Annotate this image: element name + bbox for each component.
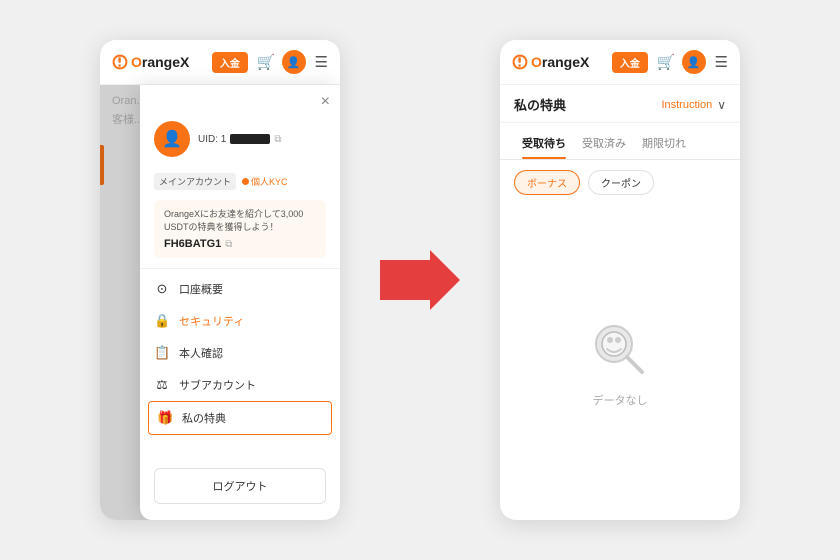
- menu-label-benefits: 私の特典: [182, 410, 226, 426]
- tab-pending[interactable]: 受取待ち: [514, 131, 574, 159]
- profile-avatar: 👤: [154, 121, 190, 157]
- arrow-wrapper: [380, 250, 460, 310]
- tab-expired[interactable]: 期限切れ: [634, 131, 694, 159]
- menu-item-security[interactable]: 🔒 セキュリティ: [140, 305, 340, 337]
- profile-section: 👤 UID: 1 ⧉: [140, 115, 340, 167]
- filter-bonus[interactable]: ボーナス: [514, 170, 580, 195]
- tab-bar: 受取待ち 受取済み 期限切れ: [500, 123, 740, 160]
- menu-item-kyc[interactable]: 📋 本人確認: [140, 337, 340, 369]
- id-icon: 📋: [154, 345, 170, 361]
- menu-item-subaccount[interactable]: ⚖ サブアカウント: [140, 369, 340, 401]
- uid-row: UID: 1 ⧉: [198, 134, 326, 145]
- dropdown-panel: × 👤 UID: 1 ⧉ メインアカウント: [140, 85, 340, 520]
- right-phone: OrangeX 入金 🛒 👤 ☰ 私の特典 Instruction ∨ 受取待ち…: [500, 40, 740, 520]
- referral-code: FH6BATG1: [164, 238, 221, 250]
- tab-received[interactable]: 受取済み: [574, 131, 634, 159]
- cart-icon[interactable]: 🛒: [257, 53, 276, 71]
- filter-bar: ボーナス クーポン: [500, 160, 740, 205]
- uid-label: UID: 1: [198, 134, 226, 145]
- right-deposit-button[interactable]: 入金: [612, 52, 648, 73]
- right-logo: OrangeX: [512, 54, 606, 70]
- logout-button[interactable]: ログアウト: [154, 468, 326, 504]
- menu-label-subaccount: サブアカウント: [179, 377, 256, 393]
- filter-coupon[interactable]: クーポン: [588, 170, 654, 195]
- section-title-bar: 私の特典 Instruction ∨: [500, 85, 740, 123]
- kyc-dot: [242, 178, 249, 185]
- kyc-badge: 個人KYC: [242, 175, 288, 188]
- logo: OrangeX: [112, 54, 206, 70]
- copy-referral-icon[interactable]: ⧉: [225, 239, 232, 250]
- lock-icon: 🔒: [154, 313, 170, 329]
- menu-label-security: セキュリティ: [179, 313, 244, 329]
- right-logo-text: OrangeX: [531, 54, 589, 70]
- arrow-right-icon: [380, 250, 460, 310]
- no-data-icon: [588, 318, 652, 382]
- gift-icon: 🎁: [157, 410, 173, 426]
- menu-divider-1: [140, 268, 340, 269]
- balance-icon: ⚖: [154, 377, 170, 393]
- menu-item-account[interactable]: ⊙ 口座概要: [140, 273, 340, 305]
- left-phone: OrangeX 入金 🛒 👤 ☰ Oran... 客様... × 👤: [100, 40, 340, 520]
- right-menu-icon[interactable]: ☰: [715, 53, 728, 71]
- referral-code-row: FH6BATG1 ⧉: [164, 238, 316, 250]
- referral-box: OrangeXにお友達を紹介して3,000 USDTの特典を獲得しよう！ FH6…: [154, 200, 326, 258]
- menu-icon[interactable]: ☰: [315, 53, 328, 71]
- menu-label-account: 口座概要: [179, 281, 223, 297]
- main-account-label: メインアカウント: [154, 173, 236, 190]
- dropdown-header: ×: [140, 85, 340, 115]
- no-data-label: データなし: [593, 392, 648, 408]
- left-header: OrangeX 入金 🛒 👤 ☰: [100, 40, 340, 85]
- instruction-row: Instruction ∨: [661, 98, 726, 112]
- deposit-button[interactable]: 入金: [212, 52, 248, 73]
- menu-label-kyc: 本人確認: [179, 345, 223, 361]
- app-background: Oran... 客様... × 👤 UID: 1 ⧉: [100, 85, 340, 520]
- right-cart-icon[interactable]: 🛒: [657, 53, 676, 71]
- copy-uid-icon[interactable]: ⧉: [274, 134, 281, 145]
- menu-item-benefits[interactable]: 🎁 私の特典: [148, 401, 332, 435]
- close-button[interactable]: ×: [321, 93, 330, 111]
- kyc-row: メインアカウント 個人KYC: [140, 173, 340, 190]
- chevron-down-icon[interactable]: ∨: [717, 98, 726, 112]
- uid-value-blur: [230, 134, 270, 144]
- dropdown-overlay: × 👤 UID: 1 ⧉ メインアカウント: [100, 85, 340, 520]
- page-title: 私の特典: [514, 95, 566, 114]
- referral-text: OrangeXにお友達を紹介して3,000 USDTの特典を獲得しよう！: [164, 208, 316, 233]
- instruction-link[interactable]: Instruction: [661, 99, 712, 111]
- right-avatar-icon[interactable]: 👤: [682, 50, 706, 74]
- right-header: OrangeX 入金 🛒 👤 ☰: [500, 40, 740, 85]
- logo-text: OrangeX: [131, 54, 189, 70]
- avatar-icon[interactable]: 👤: [282, 50, 306, 74]
- profile-info: UID: 1 ⧉: [198, 134, 326, 145]
- account-icon: ⊙: [154, 281, 170, 297]
- empty-state: データなし: [500, 205, 740, 520]
